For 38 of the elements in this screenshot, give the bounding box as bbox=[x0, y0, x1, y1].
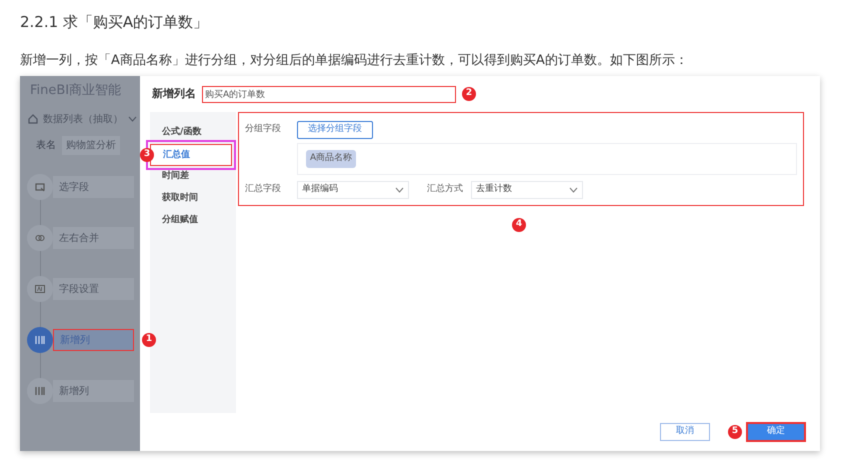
cancel-button[interactable]: 取消 bbox=[660, 423, 710, 441]
intro-paragraph: 新增一列，按「A商品名称」进行分组，对分组后的单据编码进行去重计数，可以得到购买A的订单数。如下图所示： bbox=[20, 52, 689, 70]
dropdown[interactable]: 单据编码 bbox=[297, 181, 409, 199]
step-icon bbox=[27, 174, 53, 200]
field-label: 分组字段 bbox=[245, 123, 282, 136]
dropdown[interactable]: 去重计数 bbox=[471, 181, 583, 199]
confirm-button[interactable]: 确定 bbox=[746, 422, 806, 442]
step-icon bbox=[27, 225, 53, 251]
field-label: 表名 bbox=[36, 138, 56, 152]
field-label: 汇总字段 bbox=[245, 183, 282, 196]
annotation-badge: 4 bbox=[512, 218, 526, 232]
annotation-badge: 2 bbox=[462, 87, 476, 101]
annotation-badge: 1 bbox=[142, 333, 156, 347]
chevron-down-icon bbox=[395, 187, 404, 193]
field-tag[interactable]: A商品名称 bbox=[306, 150, 356, 168]
menu-item[interactable]: 获取时间 bbox=[150, 188, 236, 210]
menu-item[interactable]: 公式/函数 bbox=[150, 122, 236, 144]
section-heading: 2.2.1 求「购买A的订单数」 bbox=[20, 12, 210, 33]
step-icon bbox=[27, 276, 53, 302]
step-item[interactable]: 新增列 bbox=[53, 380, 134, 402]
table-name-field[interactable]: 购物篮分析 bbox=[62, 136, 120, 154]
home-icon bbox=[28, 114, 38, 124]
select-group-field-button[interactable]: 选择分组字段 bbox=[297, 121, 373, 139]
step-icon bbox=[27, 327, 53, 353]
step-item[interactable]: 字段设置 bbox=[53, 278, 134, 300]
step-item[interactable]: 左右合并 bbox=[53, 227, 134, 249]
menu-item[interactable]: 时间差 bbox=[150, 166, 236, 188]
step-icon bbox=[27, 378, 53, 404]
step-item[interactable]: 选字段 bbox=[53, 176, 134, 198]
dataset-dropdown[interactable]: 数据列表（抽取） bbox=[43, 112, 123, 126]
chevron-down-icon bbox=[128, 116, 137, 122]
chevron-down-icon bbox=[569, 187, 578, 193]
field-label: 新增列名 bbox=[152, 86, 196, 102]
menu-item[interactable]: 分组赋值 bbox=[150, 210, 236, 232]
column-name-input[interactable]: 购买A的订单数 bbox=[202, 86, 456, 102]
field-label: 汇总方式 bbox=[427, 183, 463, 196]
annotation-badge: 5 bbox=[728, 425, 742, 439]
annotation-badge: 3 bbox=[140, 148, 154, 162]
